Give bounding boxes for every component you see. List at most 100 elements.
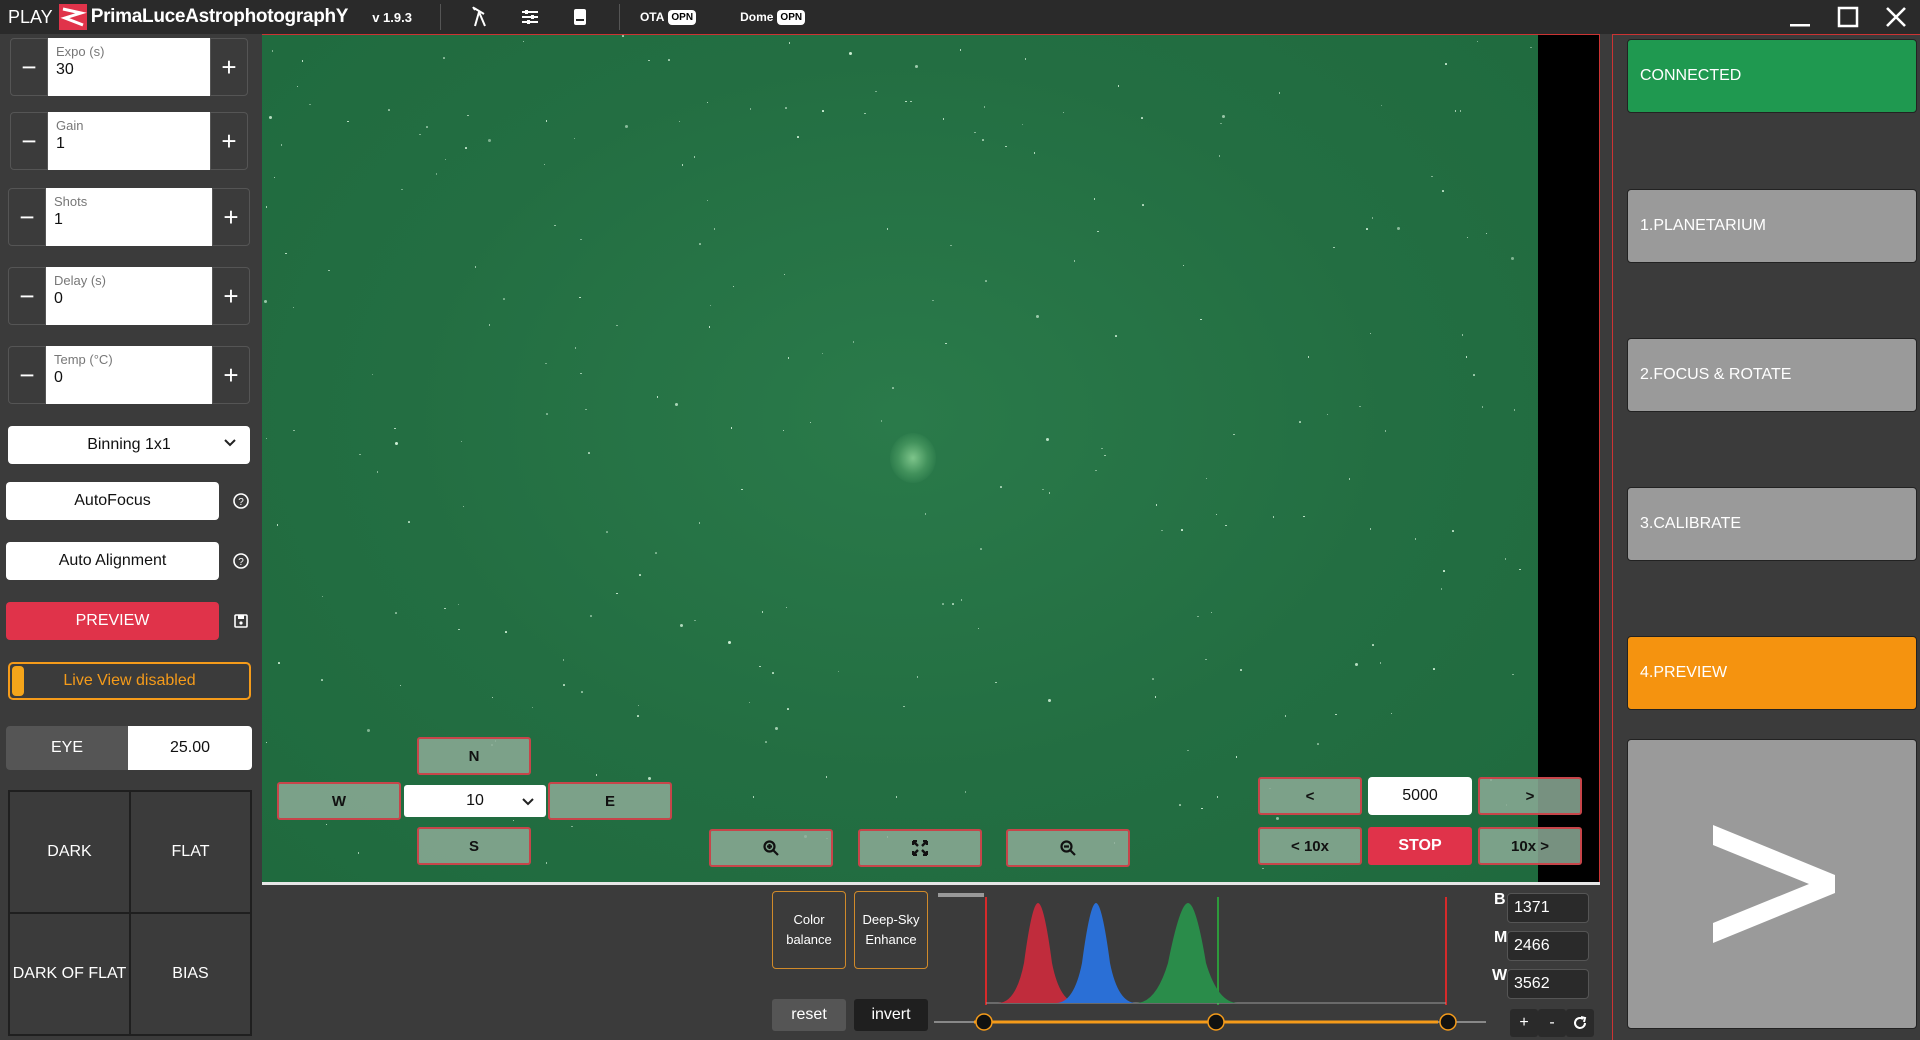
binning-select[interactable]: Binning 1x1 — [8, 426, 250, 464]
star — [1095, 469, 1097, 472]
ota-badge: OPN — [668, 9, 697, 25]
gain-increment-button[interactable]: + — [210, 112, 248, 170]
white-point-handle[interactable] — [1439, 1013, 1457, 1031]
invert-button[interactable]: invert — [854, 999, 928, 1031]
preview-button[interactable]: PREVIEW — [6, 602, 219, 640]
black-point-handle[interactable] — [975, 1013, 993, 1031]
histogram-plus-button[interactable]: + — [1510, 1009, 1538, 1037]
star — [759, 665, 761, 668]
nebula-object — [890, 433, 936, 483]
south-button[interactable]: S — [417, 827, 531, 865]
save-icon[interactable] — [232, 612, 250, 630]
telescope-icon[interactable] — [469, 6, 491, 28]
delay-increment-button[interactable]: + — [212, 267, 250, 325]
help-icon[interactable]: ? — [232, 492, 250, 510]
seek-next10-button[interactable]: 10x > — [1478, 827, 1582, 865]
temp-increment-button[interactable]: + — [212, 346, 250, 404]
gain-value: 1 — [56, 135, 65, 152]
star — [1461, 334, 1464, 336]
refresh-button[interactable] — [1566, 1009, 1594, 1037]
preview-step-button[interactable]: 4.PREVIEW — [1627, 636, 1917, 710]
star — [606, 531, 608, 533]
star — [852, 341, 855, 343]
live-view-toggle[interactable]: Live View disabled — [8, 662, 251, 700]
star — [959, 49, 962, 51]
west-button[interactable]: W — [277, 782, 401, 820]
fit-screen-button[interactable] — [858, 829, 982, 867]
star — [932, 299, 934, 301]
eye-label[interactable]: EYE — [6, 726, 128, 770]
stop-button[interactable]: STOP — [1368, 827, 1472, 865]
settings-sliders-icon[interactable] — [519, 6, 541, 28]
star — [1530, 46, 1532, 49]
star — [1179, 804, 1181, 806]
auto-alignment-button[interactable]: Auto Alignment — [6, 542, 219, 580]
delay-decrement-button[interactable]: − — [8, 267, 46, 325]
star — [1024, 58, 1027, 60]
expo-field[interactable]: Expo (s) 30 — [48, 38, 210, 96]
document-icon[interactable] — [569, 6, 591, 28]
star — [359, 453, 361, 456]
autofocus-button[interactable]: AutoFocus — [6, 482, 219, 520]
next-step-button[interactable] — [1627, 739, 1917, 1029]
mid-point-handle[interactable] — [1207, 1013, 1225, 1031]
dark-button[interactable]: DARK — [9, 791, 130, 913]
eye-value-input[interactable]: 25.00 — [128, 726, 252, 770]
gain-stepper: − Gain 1 + — [10, 112, 248, 170]
ota-status[interactable]: OTA OPN — [640, 9, 697, 25]
focus-rotate-button[interactable]: 2.FOCUS & ROTATE — [1627, 338, 1917, 412]
reset-button[interactable]: reset — [772, 999, 846, 1031]
temp-decrement-button[interactable]: − — [8, 346, 46, 404]
image-viewer[interactable]: N W 10 E S < 5000 > < 10x STOP 10x > — [262, 34, 1600, 886]
seek-value-input[interactable]: 5000 — [1368, 777, 1472, 815]
shots-decrement-button[interactable]: − — [8, 188, 46, 246]
seek-prev-button[interactable]: < — [1258, 777, 1362, 815]
expo-increment-button[interactable]: + — [210, 38, 248, 96]
seek-next-button[interactable]: > — [1478, 777, 1582, 815]
temp-value: 0 — [54, 369, 63, 386]
star — [1187, 749, 1189, 752]
star — [1205, 477, 1208, 480]
m-value-input[interactable]: 2466 — [1507, 931, 1589, 961]
planetarium-button[interactable]: 1.PLANETARIUM — [1627, 189, 1917, 263]
delay-field[interactable]: Delay (s) 0 — [46, 267, 212, 325]
temp-field[interactable]: Temp (°C) 0 — [46, 346, 212, 404]
star — [668, 59, 670, 61]
gain-decrement-button[interactable]: − — [10, 112, 48, 170]
slew-rate-value: 10 — [466, 792, 484, 809]
histogram-scroll-thumb[interactable] — [938, 893, 984, 897]
minimize-icon[interactable] — [1776, 0, 1824, 34]
b-value-input[interactable]: 1371 — [1507, 893, 1589, 923]
stretch-slider[interactable] — [934, 1009, 1494, 1035]
star — [328, 269, 330, 272]
w-value-input[interactable]: 3562 — [1507, 969, 1589, 999]
histogram-chart[interactable] — [938, 893, 1490, 1005]
shots-field[interactable]: Shots 1 — [46, 188, 212, 246]
slew-rate-select[interactable]: 10 — [404, 785, 546, 817]
flat-button[interactable]: FLAT — [130, 791, 251, 913]
histogram-minus-button[interactable]: - — [1538, 1009, 1566, 1037]
dark-of-flat-button[interactable]: DARK OF FLAT — [9, 913, 130, 1035]
star — [1384, 430, 1387, 432]
maximize-icon[interactable] — [1824, 0, 1872, 34]
calibrate-button[interactable]: 3.CALIBRATE — [1627, 487, 1917, 561]
deep-sky-enhance-button[interactable]: Deep-Sky Enhance — [854, 891, 928, 969]
color-balance-button[interactable]: Color balance — [772, 891, 846, 969]
star — [706, 199, 709, 202]
gain-field[interactable]: Gain 1 — [48, 112, 210, 170]
star — [444, 607, 446, 610]
star — [1201, 807, 1203, 809]
zoom-in-button[interactable] — [709, 829, 833, 867]
dome-status[interactable]: Dome OPN — [740, 9, 806, 25]
bias-button[interactable]: BIAS — [130, 913, 251, 1035]
expo-decrement-button[interactable]: − — [10, 38, 48, 96]
help-icon[interactable]: ? — [232, 552, 250, 570]
seek-prev10-button[interactable]: < 10x — [1258, 827, 1362, 865]
east-button[interactable]: E — [548, 782, 672, 820]
star — [678, 120, 681, 123]
north-button[interactable]: N — [417, 737, 531, 775]
connected-button[interactable]: CONNECTED — [1627, 39, 1917, 113]
zoom-out-button[interactable] — [1006, 829, 1130, 867]
close-icon[interactable] — [1872, 0, 1920, 34]
shots-increment-button[interactable]: + — [212, 188, 250, 246]
